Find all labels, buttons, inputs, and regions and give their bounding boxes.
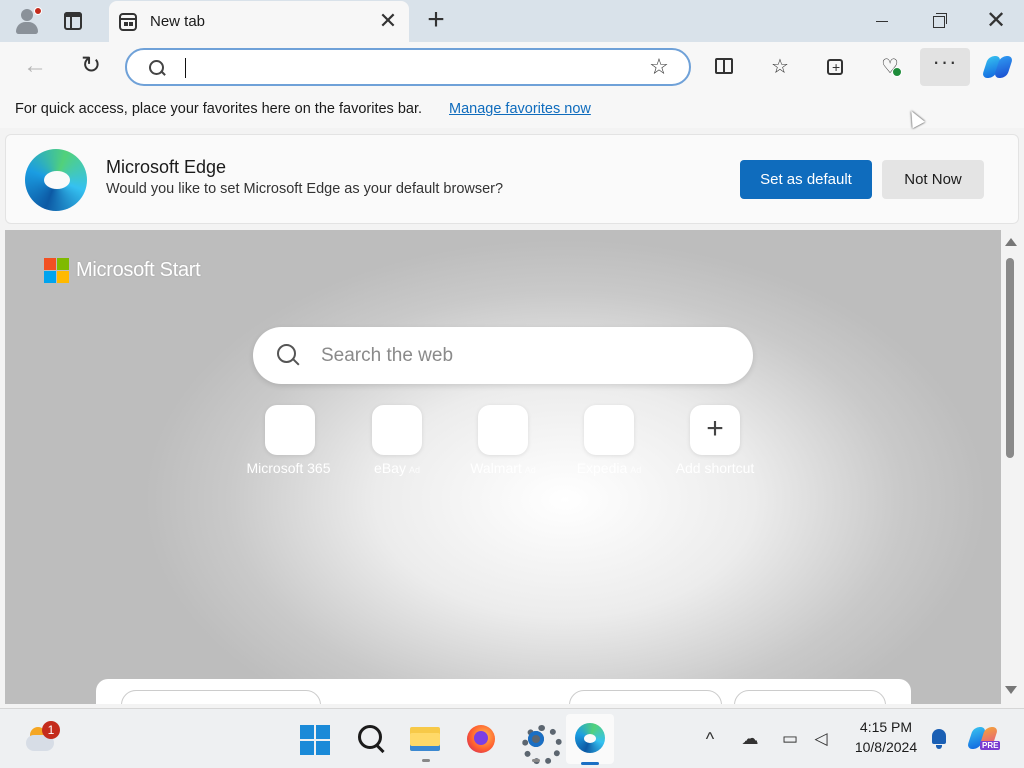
bell-icon[interactable] <box>930 729 948 749</box>
copilot-icon[interactable] <box>968 725 1002 755</box>
ad-label: Ad <box>524 465 536 475</box>
profile-icon[interactable] <box>12 6 42 36</box>
favorites-bar-message: For quick access, place your favorites h… <box>15 101 423 117</box>
set-as-default-button[interactable]: Set as default <box>740 160 872 199</box>
title-bar: New tab ✕ + ✕ <box>0 0 1024 43</box>
shortcut-walmart[interactable]: Walmart Ad <box>448 405 558 485</box>
onedrive-icon[interactable]: ☁ <box>739 728 761 750</box>
ad-label: Ad <box>630 465 642 475</box>
web-search-box[interactable] <box>253 327 753 384</box>
show-hidden-icons-button[interactable]: ^ <box>700 729 720 749</box>
banner-title: Microsoft Edge <box>106 157 227 177</box>
settings-icon[interactable] <box>516 719 562 765</box>
close-tab-button[interactable]: ✕ <box>377 10 399 33</box>
essentials-status-dot <box>892 67 902 77</box>
volume-icon[interactable]: ◁ <box>810 728 832 750</box>
feed-settings[interactable] <box>734 690 886 704</box>
text-caret <box>185 58 186 78</box>
new-tab-page: Microsoft Start Microsoft 365 eBayAd Wal… <box>5 230 1001 704</box>
address-input[interactable] <box>183 55 623 79</box>
shortcut-label: Walmart <box>470 460 522 476</box>
page-scrollbar[interactable] <box>1001 230 1019 704</box>
manage-favorites-link[interactable]: Manage favorites now <box>449 101 591 117</box>
shortcut-label: Expedia <box>576 460 628 476</box>
feed-filter[interactable] <box>569 690 722 704</box>
clock-date[interactable]: 10/8/2024 <box>850 739 922 755</box>
more-button[interactable]: ··· <box>920 48 970 86</box>
scroll-thumb[interactable] <box>1006 258 1014 458</box>
minimize-button[interactable] <box>867 12 897 30</box>
not-now-button[interactable]: Not Now <box>882 160 984 199</box>
window-close-button[interactable]: ✕ <box>981 8 1011 34</box>
ad-label: Ad <box>408 465 420 475</box>
file-explorer-icon[interactable] <box>406 719 446 759</box>
default-browser-banner: Microsoft Edge Would you like to set Mic… <box>5 134 1019 224</box>
refresh-button[interactable]: ↻ <box>78 53 104 79</box>
shortcut-tile <box>478 405 528 455</box>
split-screen-icon[interactable] <box>710 53 738 81</box>
shortcut-ebay[interactable]: eBay Ad <box>342 405 452 485</box>
new-tab-button[interactable]: + <box>422 5 450 36</box>
microsoft-logo-icon <box>44 258 70 284</box>
edge-logo-icon <box>25 149 87 211</box>
copilot-icon[interactable] <box>983 54 1013 80</box>
plus-icon: + <box>706 412 724 445</box>
search-icon <box>149 60 165 76</box>
favorites-bar: For quick access, place your favorites h… <box>0 92 1024 128</box>
shortcut-label: Microsoft 365 <box>246 460 331 476</box>
add-favorite-button[interactable]: ☆ <box>647 55 671 79</box>
shortcut-label: eBay <box>374 460 406 476</box>
tab-actions-icon[interactable] <box>62 10 86 32</box>
banner-subtitle: Would you like to set Microsoft Edge as … <box>106 181 504 197</box>
windows-start-icon[interactable] <box>296 719 336 759</box>
shortcut-tile <box>372 405 422 455</box>
weather-icon[interactable]: 1 <box>24 721 60 757</box>
navigation-toolbar: ← ↻ ☆ ☆ ♡ ··· <box>0 42 1024 92</box>
shortcut-microsoft-365[interactable]: Microsoft 365 <box>235 405 345 485</box>
new-tab-page-icon <box>119 13 137 31</box>
firefox-icon[interactable] <box>461 719 501 759</box>
shortcut-label: Add shortcut <box>675 460 755 476</box>
running-indicator <box>422 759 430 762</box>
edge-icon <box>575 723 605 753</box>
tab-new-tab[interactable]: New tab ✕ <box>109 1 409 43</box>
collections-icon[interactable] <box>821 53 849 81</box>
address-bar[interactable]: ☆ <box>125 48 691 86</box>
taskbar: 1 ^ ☁ ▭ ◁ 4:15 PM 10/8/2024 PRE <box>0 708 1024 768</box>
feed-tab[interactable] <box>121 690 321 704</box>
shortcut-tile <box>584 405 634 455</box>
add-shortcut-button[interactable]: + Add shortcut <box>660 405 770 485</box>
shortcut-expedia[interactable]: Expedia Ad <box>554 405 664 485</box>
weather-badge: 1 <box>42 721 60 739</box>
clock-time[interactable]: 4:15 PM <box>850 719 922 735</box>
favorites-icon[interactable]: ☆ <box>766 53 794 81</box>
scroll-down-icon[interactable] <box>1005 686 1017 694</box>
edge-taskbar-button[interactable] <box>566 714 614 764</box>
restore-button[interactable] <box>924 12 954 30</box>
network-icon[interactable]: ▭ <box>779 728 801 750</box>
profile-notification-dot <box>34 7 42 15</box>
search-icon <box>277 344 299 366</box>
scroll-up-icon[interactable] <box>1005 238 1017 246</box>
search-icon[interactable] <box>352 719 392 759</box>
web-search-input[interactable] <box>321 343 721 369</box>
shortcut-tile <box>265 405 315 455</box>
running-indicator <box>532 759 540 762</box>
active-app-indicator <box>581 762 599 765</box>
preview-badge: PRE <box>980 741 1001 750</box>
back-button[interactable]: ← <box>22 54 48 80</box>
microsoft-start-brand[interactable]: Microsoft Start <box>76 259 201 282</box>
tab-title: New tab <box>150 13 206 30</box>
news-feed-card <box>96 679 911 704</box>
